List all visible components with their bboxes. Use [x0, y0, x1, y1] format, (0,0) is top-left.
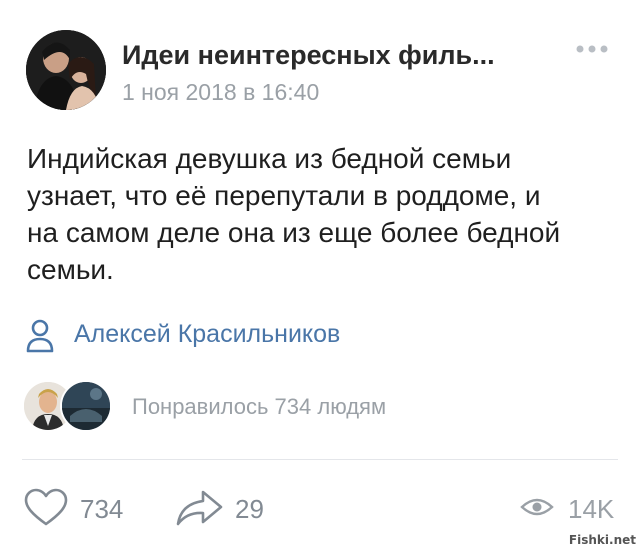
divider [22, 459, 618, 460]
author-name-link[interactable]: Алексей Красильников [74, 320, 340, 349]
heart-icon [24, 488, 68, 526]
watermark: Fishki.net [568, 533, 636, 547]
liker-avatar[interactable] [60, 380, 112, 432]
more-dots-icon[interactable] [574, 42, 610, 54]
eye-icon [520, 498, 554, 516]
person-icon [26, 318, 54, 354]
like-count: 734 [80, 494, 124, 524]
liked-by-text[interactable]: Понравилось 734 людям [132, 394, 386, 420]
post-date[interactable]: 1 ноя 2018 в 16:40 [122, 79, 319, 106]
views-count: 14K [568, 494, 615, 524]
group-avatar[interactable] [26, 30, 106, 110]
share-arrow-icon [176, 490, 223, 526]
share-count: 29 [235, 494, 264, 524]
group-name-link[interactable]: Идеи неинтересных филь... [122, 40, 495, 71]
post-text: Индийская девушка из бедной семьи узнает… [27, 143, 561, 285]
